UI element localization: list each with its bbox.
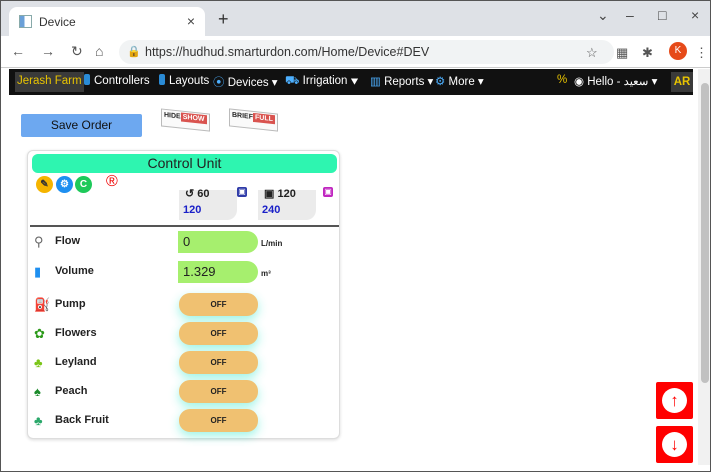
nav-more[interactable]: ⚙ More ▾ <box>435 74 484 88</box>
window-dropdown-icon[interactable]: ⌄ <box>597 7 609 24</box>
nav-irrigation[interactable]: ⛟ Irrigation ▾ <box>285 74 358 89</box>
tab-strip: Device × + ⌄ – □ × <box>1 1 710 36</box>
flow-value: 0 <box>178 231 258 253</box>
gears-icon: ⚙ <box>435 76 449 88</box>
controllers-icon <box>84 74 90 85</box>
timer2-bottom: 240 <box>262 204 281 216</box>
faucet-icon: ⚲ <box>34 234 44 249</box>
building-icon: ▮ <box>34 264 42 279</box>
edit-pencil-icon[interactable]: ✎ <box>36 176 53 193</box>
home-icon[interactable]: ⌂ <box>95 43 103 59</box>
refresh-icon[interactable]: C <box>75 176 92 193</box>
browser-window: Device × + ⌄ – □ × ← → ↻ ⌂ 🔒 https://hud… <box>0 0 711 472</box>
back-fruit-toggle-button[interactable]: OFF <box>179 409 258 432</box>
peach-tree-icon: ♠ <box>34 384 41 399</box>
row-flowers: ✿ Flowers OFF <box>28 320 341 346</box>
row-flow: ⚲ Flow 0 L/min <box>28 228 341 254</box>
browser-menu-icon[interactable]: ⋮ <box>695 45 708 61</box>
browser-toolbar: ← → ↻ ⌂ 🔒 https://hudhud.smarturdon.com/… <box>1 36 710 68</box>
timer1-bottom: 120 <box>183 204 202 216</box>
nav-layouts[interactable]: Layouts <box>159 74 209 87</box>
card-title: Control Unit <box>32 154 337 173</box>
nav-user-menu[interactable]: ◉ Hello - سعيد ▾ <box>574 74 657 88</box>
tab-title: Device <box>39 15 76 29</box>
reload-icon[interactable]: ↻ <box>71 43 83 60</box>
bookmark-star-icon[interactable]: ☆ <box>586 45 598 61</box>
volume-unit: m³ <box>261 269 271 278</box>
flowers-icon: ✿ <box>34 326 45 341</box>
irrigation-icon: ⛟ <box>285 75 303 87</box>
peach-toggle-button[interactable]: OFF <box>179 380 258 403</box>
timer2-top: ▣ 120 <box>264 188 296 200</box>
browser-tab[interactable]: Device × <box>9 7 205 36</box>
timer-box-2: ▣ 120 240 <box>258 188 316 220</box>
pump-icon: ⛽ <box>34 297 51 312</box>
url-text[interactable]: https://hudhud.smarturdon.com/Home/Devic… <box>145 45 429 59</box>
window-maximize-button[interactable]: □ <box>658 7 666 23</box>
page-scroll-thumb[interactable] <box>701 83 709 383</box>
flowers-toggle-button[interactable]: OFF <box>179 322 258 345</box>
address-bar[interactable]: 🔒 https://hudhud.smarturdon.com/Home/Dev… <box>119 40 614 64</box>
extension-icon[interactable]: ▦ <box>616 45 628 61</box>
flow-unit: L/min <box>261 239 283 248</box>
brand-link[interactable]: Jerash Farm <box>15 72 84 92</box>
new-tab-button[interactable]: + <box>218 9 229 30</box>
nav-devices[interactable]: ⦿ Devices ▾ <box>213 74 278 90</box>
profile-avatar[interactable]: K <box>669 42 687 60</box>
arrow-up-icon: ↑ <box>662 388 687 413</box>
leyland-toggle-button[interactable]: OFF <box>179 351 258 374</box>
devices-icon: ⦿ <box>213 77 228 89</box>
link-icon[interactable]: % <box>557 74 567 86</box>
brief-full-toggle[interactable]: BRIEF FULL <box>229 108 278 132</box>
card-divider <box>30 225 339 227</box>
scroll-up-button[interactable]: ↑ <box>656 382 693 419</box>
site-navbar: Jerash Farm Controllers Layouts ⦿ Device… <box>9 69 693 95</box>
reports-chart-icon: ▥ <box>370 76 385 88</box>
window-close-button[interactable]: × <box>691 7 699 23</box>
timer-box-1: ↺ 60 120 <box>179 188 237 220</box>
back-arrow-icon[interactable]: ← <box>11 43 25 59</box>
trees-icon: ♣ <box>34 355 43 370</box>
settings-gear-icon[interactable]: ⚙ <box>56 176 73 193</box>
forward-arrow-icon[interactable]: → <box>41 43 55 59</box>
volume-value: 1.329 <box>178 261 258 283</box>
arrow-down-icon: ↓ <box>662 432 687 457</box>
user-icon: ◉ <box>574 76 588 88</box>
layouts-icon <box>159 74 165 85</box>
tab-close-icon[interactable]: × <box>187 13 195 29</box>
timer1-save-icon[interactable]: ▣ <box>237 187 247 197</box>
row-volume: ▮ Volume 1.329 m³ <box>28 258 341 284</box>
row-peach: ♠ Peach OFF <box>28 378 341 404</box>
pump-toggle-button[interactable]: OFF <box>179 293 258 316</box>
control-unit-card: Control Unit ✎ ⚙ C ® ↺ 60 120 ▣ ▣ 120 24… <box>27 150 340 439</box>
row-pump: ⛽ Pump OFF <box>28 291 341 317</box>
nav-reports[interactable]: ▥ Reports ▾ <box>370 74 433 88</box>
nav-controllers[interactable]: Controllers <box>84 74 150 87</box>
row-leyland: ♣ Leyland OFF <box>28 349 341 375</box>
timer2-save-icon[interactable]: ▣ <box>323 187 333 197</box>
lock-icon: 🔒 <box>127 46 141 58</box>
scroll-down-button[interactable]: ↓ <box>656 426 693 463</box>
registered-icon[interactable]: ® <box>106 173 118 191</box>
hide-show-toggle[interactable]: HIDE SHOW <box>161 108 210 132</box>
page-favicon-icon <box>19 15 32 28</box>
window-minimize-button[interactable]: – <box>626 7 634 23</box>
timer1-top: ↺ 60 <box>185 188 210 200</box>
fruit-tree-icon: ♣ <box>34 413 43 428</box>
row-back-fruit: ♣ Back Fruit OFF <box>28 407 341 433</box>
language-toggle-button[interactable]: AR <box>671 72 693 92</box>
extensions-puzzle-icon[interactable]: ✱ <box>642 45 653 61</box>
save-order-button[interactable]: Save Order <box>21 114 142 137</box>
